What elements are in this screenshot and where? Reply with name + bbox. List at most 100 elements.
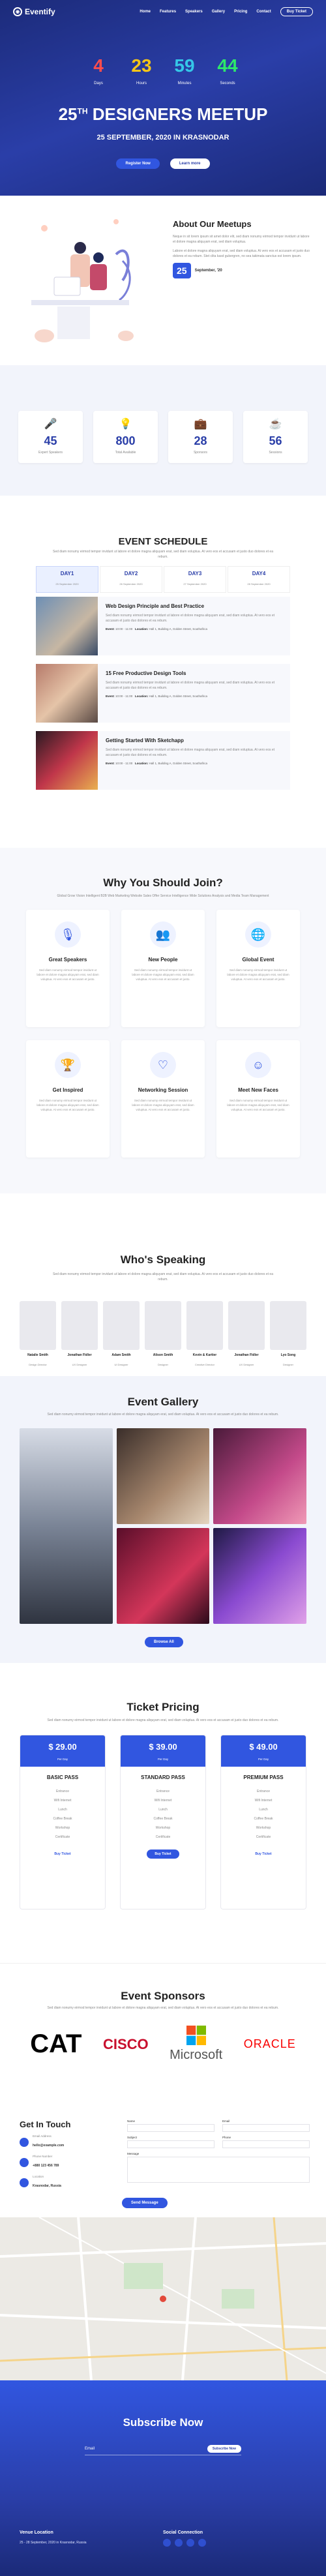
session-description: Sed diam nonumy eirmod tempor invidunt u…	[106, 614, 275, 623]
nav-features[interactable]: Features	[160, 10, 176, 14]
avatar	[228, 1301, 265, 1350]
countdown-minutes-value: 59	[174, 55, 195, 76]
register-button[interactable]: Register Now	[116, 158, 160, 169]
plan-feature: Lunch	[259, 1808, 268, 1812]
hero-title-num: 25	[58, 104, 78, 124]
tab-day-4[interactable]: DAY4 28 September 2020	[228, 566, 290, 593]
contact-label: Email Address	[33, 2134, 52, 2138]
stat-card: 🎤 45 Expert Speakers	[18, 411, 83, 463]
browse-all-button[interactable]: Browse All	[145, 1637, 183, 1647]
day-date: 25 September 2020	[55, 582, 79, 586]
gallery-image[interactable]	[213, 1528, 306, 1624]
plan-period: Per Day	[157, 1758, 169, 1761]
nav-gallery[interactable]: Gallery	[212, 10, 225, 14]
session-body: 15 Free Productive Design Tools Sed diam…	[98, 664, 290, 723]
nav-speakers[interactable]: Speakers	[185, 10, 203, 14]
speaker-card[interactable]: Lyo Song Designer	[270, 1301, 306, 1369]
stats-row: 🎤 45 Expert Speakers 💡 800 Total Availab…	[18, 411, 308, 463]
linkedin-icon[interactable]	[186, 2539, 194, 2547]
speaker-card[interactable]: Natalie Smith Design Director	[20, 1301, 56, 1369]
top-nav: ◉ Eventify Home Features Speakers Galler…	[13, 7, 313, 17]
brand-logo[interactable]: ◉ Eventify	[13, 7, 55, 16]
message-field[interactable]	[127, 2157, 310, 2183]
session-image	[36, 731, 98, 790]
speaker-name: Adam Smith	[111, 1353, 131, 1357]
subscribe-button[interactable]: Subscribe Now	[207, 2444, 241, 2453]
schedule-session[interactable]: Getting Started With Sketchapp Sed diam …	[36, 731, 290, 790]
nav-home[interactable]: Home	[140, 10, 151, 14]
subject-field[interactable]	[127, 2140, 215, 2148]
tab-day-1[interactable]: DAY1 25 September 2020	[36, 566, 98, 593]
buy-ticket-button[interactable]: Buy Ticket	[46, 1850, 78, 1859]
speaker-card[interactable]: Alison Smith Designer	[145, 1301, 181, 1369]
cup-icon: ☕	[269, 419, 282, 430]
plan-period: Per Day	[57, 1758, 68, 1761]
buy-ticket-button[interactable]: Buy Ticket	[147, 1850, 179, 1859]
nav-pricing[interactable]: Pricing	[234, 10, 247, 14]
speaker-card[interactable]: Kevin & Kartter Creative Director	[186, 1301, 223, 1369]
sponsor-logo-microsoft[interactable]: Microsoft	[170, 2026, 222, 2063]
mic-icon: 🎤	[44, 419, 57, 430]
countdown-hours-label: Hours	[136, 82, 147, 85]
feature-title: Networking Session	[138, 1087, 188, 1093]
email-field[interactable]	[222, 2124, 310, 2132]
instagram-icon[interactable]	[198, 2539, 206, 2547]
buy-ticket-button[interactable]: Buy Ticket	[247, 1850, 279, 1859]
plan-header: $ 49.00 Per Day	[221, 1735, 306, 1767]
location-map[interactable]	[0, 2217, 326, 2380]
stat-number: 28	[194, 434, 207, 447]
learn-more-button[interactable]: Learn more	[170, 158, 210, 169]
schedule-session[interactable]: 15 Free Productive Design Tools Sed diam…	[36, 664, 290, 723]
name-field[interactable]	[127, 2124, 215, 2132]
speaker-name: Alison Smith	[153, 1353, 173, 1357]
feature-title: Get Inspired	[52, 1087, 83, 1093]
send-message-button[interactable]: Send Message	[122, 2198, 168, 2208]
map-section[interactable]	[0, 2217, 326, 2380]
globe-icon: 🌐	[245, 921, 271, 948]
speaker-card[interactable]: Adam Smith UI Designer	[103, 1301, 140, 1369]
sponsor-logo-oracle[interactable]: ORACLE	[244, 2037, 296, 2051]
stat-label: Total Available	[115, 451, 136, 455]
gallery-image[interactable]	[116, 1528, 210, 1624]
stat-card: 💼 28 Sponsors	[168, 411, 233, 463]
contact-value: hello@example.com	[33, 2144, 65, 2148]
schedule-session[interactable]: Web Design Principle and Best Practice S…	[36, 597, 290, 655]
briefcase-icon: 💼	[194, 419, 207, 430]
twitter-icon[interactable]	[175, 2539, 183, 2547]
subscribe-email-input[interactable]: Email	[85, 2447, 95, 2451]
avatar	[103, 1301, 140, 1350]
plan-feature: Entrance	[55, 1790, 69, 1793]
schedule-section: EVENT SCHEDULE Sed diam nonumy eirmod te…	[0, 496, 326, 848]
phone-icon	[20, 2157, 29, 2167]
session-time-label: Event:	[106, 627, 115, 631]
nav-contact[interactable]: Contact	[256, 10, 271, 14]
phone-field[interactable]	[222, 2140, 310, 2148]
contact-title: Get In Touch	[20, 2119, 71, 2129]
gallery-image[interactable]	[116, 1428, 210, 1524]
facebook-icon[interactable]	[163, 2539, 171, 2547]
stat-number: 45	[44, 434, 57, 447]
pricing-title: Ticket Pricing	[126, 1701, 200, 1713]
tab-day-3[interactable]: DAY3 27 September 2020	[164, 566, 226, 593]
plan-feature: Wifi Internet	[254, 1799, 273, 1803]
gallery-image[interactable]	[20, 1428, 113, 1624]
countdown-minutes-label: Minutes	[177, 82, 192, 85]
feature-desc: Sed diam nonumy eirmod tempor invidunt u…	[227, 1099, 289, 1111]
mail-icon	[20, 2137, 29, 2147]
feature-card: ♡ Networking Session Sed diam nonumy eir…	[121, 1040, 205, 1158]
hero-title-rest: DESIGNERS MEETUP	[92, 104, 268, 124]
sponsor-logo-cisco[interactable]: CISCO	[103, 2036, 149, 2053]
gallery-image[interactable]	[213, 1428, 306, 1524]
session-body: Getting Started With Sketchapp Sed diam …	[98, 731, 290, 790]
speaker-card[interactable]: Jonathan Fidler UX Designer	[228, 1301, 265, 1369]
tab-day-2[interactable]: DAY2 26 September 2020	[100, 566, 162, 593]
session-description: Sed diam nonumy eirmod tempor invidunt u…	[106, 748, 275, 757]
contact-value: +880 123 456 789	[33, 2164, 59, 2168]
speakers-intro: Sed diam nonumy eirmod tempor invidunt u…	[53, 1272, 273, 1281]
buy-ticket-button[interactable]: Buy Ticket	[280, 7, 313, 16]
speaker-card[interactable]: Jonathan Fidler UX Designer	[61, 1301, 98, 1369]
sponsor-logo-cat[interactable]: CAT	[30, 2029, 82, 2059]
brand-name: Eventify	[25, 7, 55, 16]
microsoft-wordmark: Microsoft	[170, 2048, 223, 2062]
countdown-seconds: 44 Seconds	[216, 56, 239, 87]
